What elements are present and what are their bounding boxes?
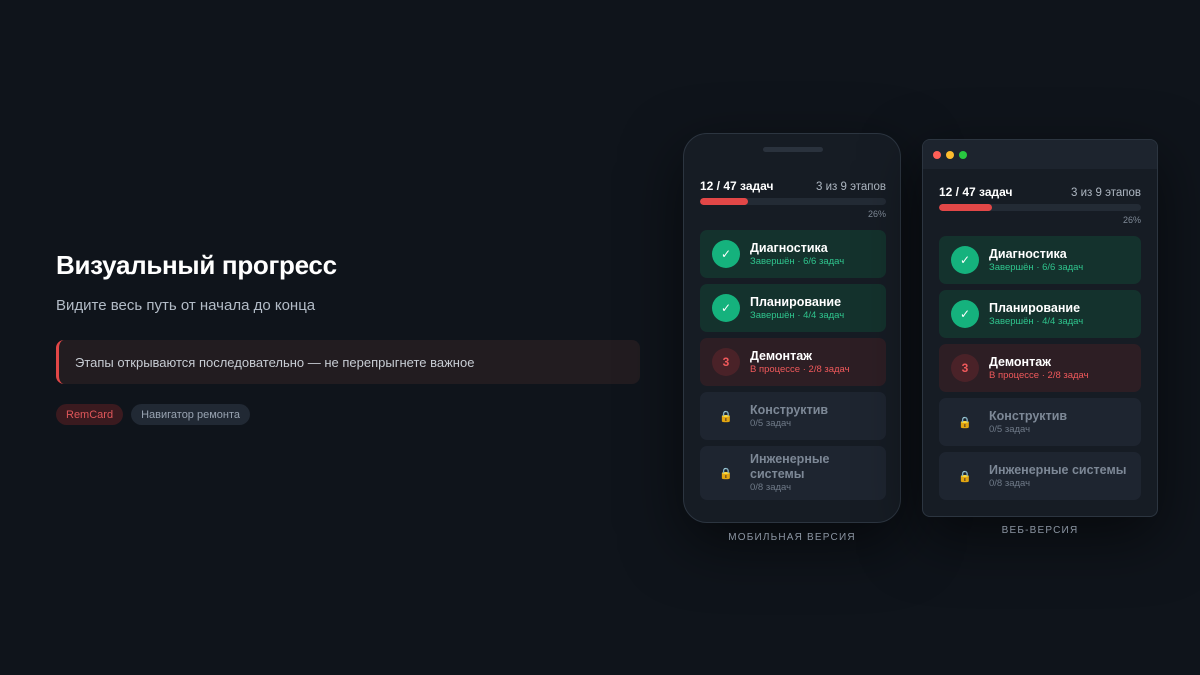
stage-meta: 0/8 задач bbox=[750, 482, 792, 493]
check-icon: ✓ bbox=[712, 240, 740, 268]
stage-title: Диагностика bbox=[989, 246, 1067, 261]
stage-card[interactable]: 🔒 Конструктив 0/5 задач bbox=[939, 398, 1141, 446]
callout: Этапы открываются последовательно — не п… bbox=[56, 340, 640, 384]
stage-title: Инженерные системы bbox=[750, 452, 830, 481]
lock-icon: 🔒 bbox=[958, 470, 972, 483]
stage-title: Конструктив bbox=[989, 408, 1068, 423]
tag-renovation-navigator: Навигатор ремонта bbox=[131, 404, 251, 425]
lock-icon: 🔒 bbox=[719, 467, 733, 480]
lock-icon: 🔒 bbox=[958, 416, 972, 429]
web-screen: 12 / 47 задач 3 из 9 этапов 26% ✓ Диагно… bbox=[939, 185, 1141, 500]
task-count: 12 / 47 задач bbox=[939, 185, 1013, 199]
stage-card[interactable]: 🔒 Инженерные системы 0/8 задач bbox=[700, 446, 886, 500]
mobile-version-label: МОБИЛЬНАЯ ВЕРСИЯ bbox=[728, 532, 856, 543]
stage-title: Демонтаж bbox=[989, 354, 1052, 369]
stage-card[interactable]: ✓ Диагностика Завершён · 6/6 задач bbox=[700, 230, 886, 278]
stage-card[interactable]: 3 Демонтаж В процессе · 2/8 задач bbox=[700, 338, 886, 386]
progress-bar bbox=[700, 198, 886, 205]
stage-number-badge: 3 bbox=[712, 348, 740, 376]
stage-count: 3 из 9 этапов bbox=[816, 181, 886, 193]
progress-fill bbox=[700, 198, 749, 205]
hero-title: Визуальный прогресс bbox=[56, 250, 337, 280]
stage-card[interactable]: ✓ Планирование Завершён · 4/4 задач bbox=[939, 290, 1141, 338]
stage-meta: 0/5 задач bbox=[750, 417, 792, 429]
stage-card[interactable]: 3 Демонтаж В процессе · 2/8 задач bbox=[939, 344, 1141, 392]
task-count: 12 / 47 задач bbox=[700, 179, 774, 193]
stage-card[interactable]: 🔒 Инженерные системы 0/8 задач bbox=[939, 452, 1141, 500]
progress-header: 12 / 47 задач 3 из 9 этапов bbox=[700, 179, 886, 193]
stage-card[interactable]: 🔒 Конструктив 0/5 задач bbox=[700, 392, 886, 440]
progress-percent: 26% bbox=[1122, 215, 1141, 225]
stage-title: Диагностика bbox=[750, 240, 828, 255]
stage-meta: В процессе · 2/8 задач bbox=[989, 369, 1089, 381]
web-mockup: 12 / 47 задач 3 из 9 этапов 26% ✓ Диагно… bbox=[922, 139, 1158, 517]
stage-card[interactable]: ✓ Планирование Завершён · 4/4 задач bbox=[700, 284, 886, 332]
stage-title: Демонтаж bbox=[750, 348, 813, 363]
tag-remcard: RemCard bbox=[56, 404, 124, 425]
progress-header: 12 / 47 задач 3 из 9 этапов bbox=[939, 185, 1141, 199]
lock-icon: 🔒 bbox=[719, 410, 733, 423]
stage-meta: В процессе · 2/8 задач bbox=[750, 363, 850, 375]
hero-subtitle: Видите весь путь от начала до конца bbox=[56, 297, 316, 314]
stage-meta: Завершён · 6/6 задач bbox=[750, 255, 845, 267]
stage-number-badge: 3 bbox=[951, 354, 979, 382]
stage-meta: Завершён · 4/4 задач bbox=[989, 315, 1084, 327]
stage-meta: Завершён · 4/4 задач bbox=[750, 309, 845, 321]
progress-bar bbox=[939, 204, 1141, 211]
progress-percent: 26% bbox=[867, 209, 886, 219]
callout-text: Этапы открываются последовательно — не п… bbox=[75, 354, 475, 370]
check-icon: ✓ bbox=[712, 294, 740, 322]
stage-meta: Завершён · 6/6 задач bbox=[989, 261, 1084, 273]
browser-titlebar bbox=[923, 140, 1157, 169]
mobile-screen: 12 / 47 задач 3 из 9 этапов 26% ✓ Диагно… bbox=[700, 179, 886, 500]
progress-fill bbox=[939, 204, 992, 211]
tag-list: RemCard Навигатор ремонта bbox=[56, 404, 640, 425]
check-icon: ✓ bbox=[951, 246, 979, 274]
hero: Визуальный прогресс Видите весь путь от … bbox=[56, 250, 640, 425]
mobile-mockup: 12 / 47 задач 3 из 9 этапов 26% ✓ Диагно… bbox=[683, 133, 901, 523]
stage-card[interactable]: ✓ Диагностика Завершён · 6/6 задач bbox=[939, 236, 1141, 284]
stage-list: ✓ Диагностика Завершён · 6/6 задач ✓ План… bbox=[700, 230, 886, 500]
stage-title: Планирование bbox=[989, 300, 1081, 315]
stage-meta: 0/5 задач bbox=[989, 423, 1031, 435]
stage-title: Инженерные системы bbox=[989, 462, 1127, 477]
slide: Визуальный прогресс Видите весь путь от … bbox=[0, 0, 1200, 675]
stage-count: 3 из 9 этапов bbox=[1071, 187, 1141, 199]
close-window-icon bbox=[933, 150, 941, 159]
minimize-window-icon bbox=[946, 150, 954, 159]
stage-list: ✓ Диагностика Завершён · 6/6 задач ✓ План… bbox=[939, 236, 1141, 500]
check-icon: ✓ bbox=[951, 300, 979, 328]
maximize-window-icon bbox=[959, 150, 967, 159]
phone-notch bbox=[763, 147, 823, 152]
stage-title: Планирование bbox=[750, 294, 842, 309]
web-version-label: ВЕБ-ВЕРСИЯ bbox=[1001, 525, 1079, 536]
stage-title: Конструктив bbox=[750, 402, 829, 417]
stage-meta: 0/8 задач bbox=[989, 477, 1031, 489]
